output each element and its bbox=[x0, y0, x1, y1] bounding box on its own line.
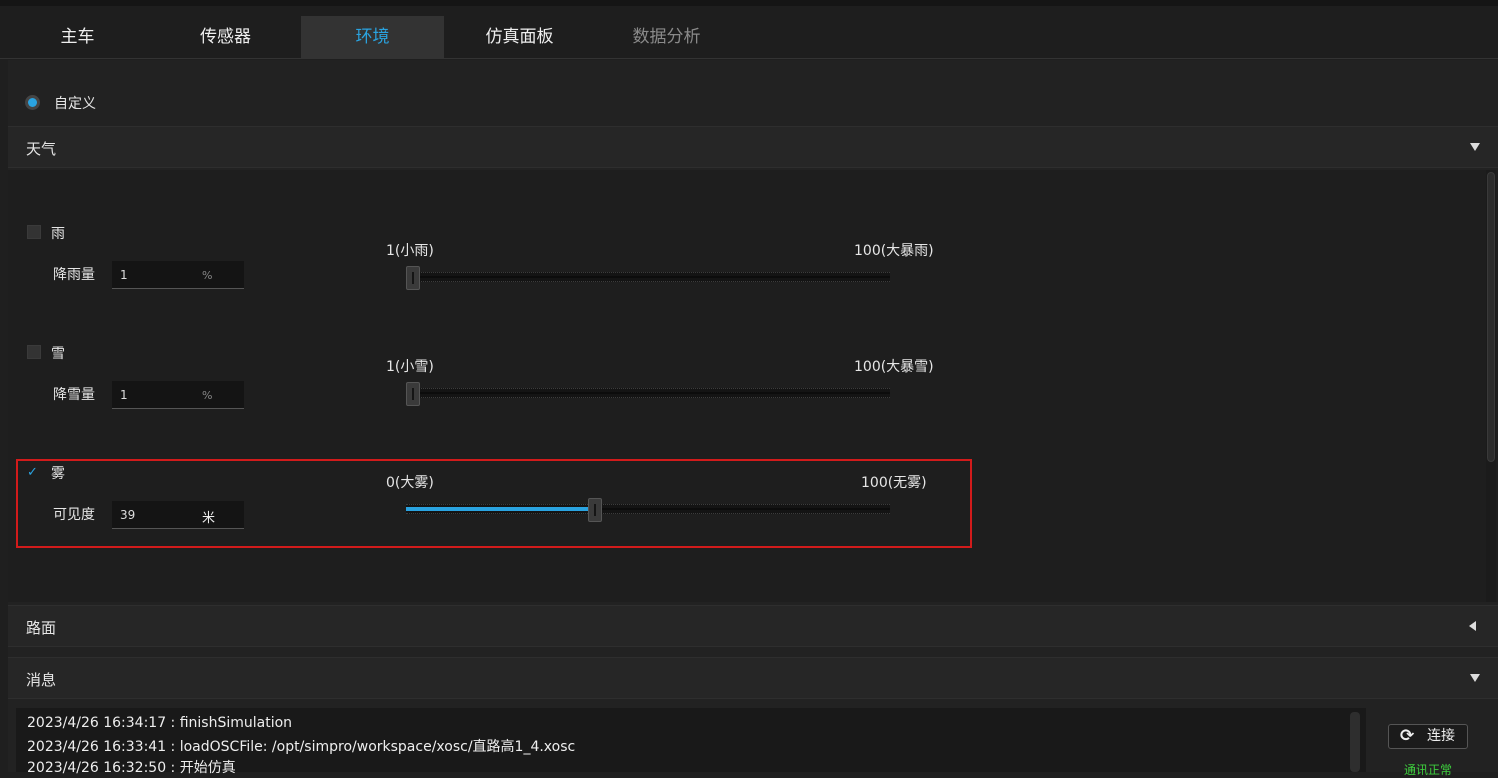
snowfall-input[interactable]: 1 % bbox=[112, 381, 244, 409]
weather-scrollbar-thumb[interactable] bbox=[1487, 172, 1495, 462]
caret-left-icon[interactable] bbox=[1469, 621, 1476, 631]
message-log-scrollbar[interactable] bbox=[1350, 712, 1360, 772]
tab-environment[interactable]: 环境 bbox=[301, 16, 444, 59]
refresh-icon: ⟳ bbox=[1400, 726, 1415, 746]
snow-max-label: 100(大暴雪) bbox=[854, 359, 934, 375]
snowfall-unit: % bbox=[202, 389, 213, 402]
connect-button[interactable]: ⟳ 连接 bbox=[1388, 724, 1468, 749]
custom-label: 自定义 bbox=[54, 96, 96, 112]
rainfall-label: 降雨量 bbox=[53, 267, 95, 283]
rain-max-label: 100(大暴雨) bbox=[854, 243, 934, 259]
log-line: 2023/4/26 16:33:41 : loadOSCFile: /opt/s… bbox=[27, 739, 576, 755]
weather-panel: 雨 降雨量 1 % 1(小雨) 100(大暴雨) 雪 降雪量 1 % 1(小雪)… bbox=[8, 170, 1498, 602]
messages-title: 消息 bbox=[26, 671, 57, 689]
rainfall-unit: % bbox=[202, 269, 213, 282]
log-line: 2023/4/26 16:32:50 : 开始仿真 bbox=[27, 760, 236, 776]
road-title: 路面 bbox=[26, 619, 57, 637]
rainfall-input[interactable]: 1 % bbox=[112, 261, 244, 289]
rain-min-label: 1(小雨) bbox=[386, 243, 434, 259]
road-section-header[interactable]: 路面 bbox=[8, 605, 1498, 647]
rain-checkbox[interactable] bbox=[27, 225, 41, 239]
snowfall-value: 1 bbox=[120, 388, 128, 402]
tab-data-analysis[interactable]: 数据分析 bbox=[595, 16, 738, 59]
rainfall-value: 1 bbox=[120, 268, 128, 282]
fog-highlight-box bbox=[16, 459, 972, 548]
slider-track-line bbox=[406, 276, 890, 278]
snowfall-slider[interactable] bbox=[406, 382, 890, 406]
tab-simulation-panel[interactable]: 仿真面板 bbox=[448, 16, 591, 59]
connect-label: 连接 bbox=[1427, 728, 1455, 744]
rainfall-slider[interactable] bbox=[406, 266, 890, 290]
weather-scrollbar[interactable] bbox=[1486, 170, 1496, 602]
weather-section-header[interactable]: 天气 bbox=[8, 126, 1498, 168]
main-tab-bar: 主车 传感器 环境 仿真面板 数据分析 bbox=[0, 6, 1498, 59]
message-log: 2023/4/26 16:34:17 : finishSimulation 20… bbox=[16, 708, 1366, 776]
rain-label: 雨 bbox=[51, 226, 65, 242]
caret-down-icon[interactable] bbox=[1470, 674, 1480, 682]
connection-status: 通讯正常 bbox=[1404, 763, 1453, 777]
custom-radio[interactable] bbox=[25, 95, 40, 110]
snowfall-label: 降雪量 bbox=[53, 387, 95, 403]
log-line: 2023/4/26 16:34:17 : finishSimulation bbox=[27, 715, 293, 731]
weather-title: 天气 bbox=[26, 140, 57, 158]
messages-section-header[interactable]: 消息 bbox=[8, 657, 1498, 699]
snowfall-slider-thumb[interactable] bbox=[406, 382, 420, 406]
custom-mode-option[interactable]: 自定义 bbox=[8, 80, 1498, 126]
snow-checkbox[interactable] bbox=[27, 345, 41, 359]
tab-sensors[interactable]: 传感器 bbox=[154, 16, 297, 59]
snow-min-label: 1(小雪) bbox=[386, 359, 434, 375]
slider-track-line bbox=[406, 392, 890, 394]
snow-label: 雪 bbox=[51, 346, 65, 362]
rainfall-slider-thumb[interactable] bbox=[406, 266, 420, 290]
tab-main-vehicle[interactable]: 主车 bbox=[6, 16, 149, 59]
environment-panel: 自定义 天气 雨 降雨量 1 % 1(小雨) 100(大暴雨) 雪 降雪量 1 … bbox=[8, 60, 1498, 777]
caret-down-icon[interactable] bbox=[1470, 143, 1480, 151]
